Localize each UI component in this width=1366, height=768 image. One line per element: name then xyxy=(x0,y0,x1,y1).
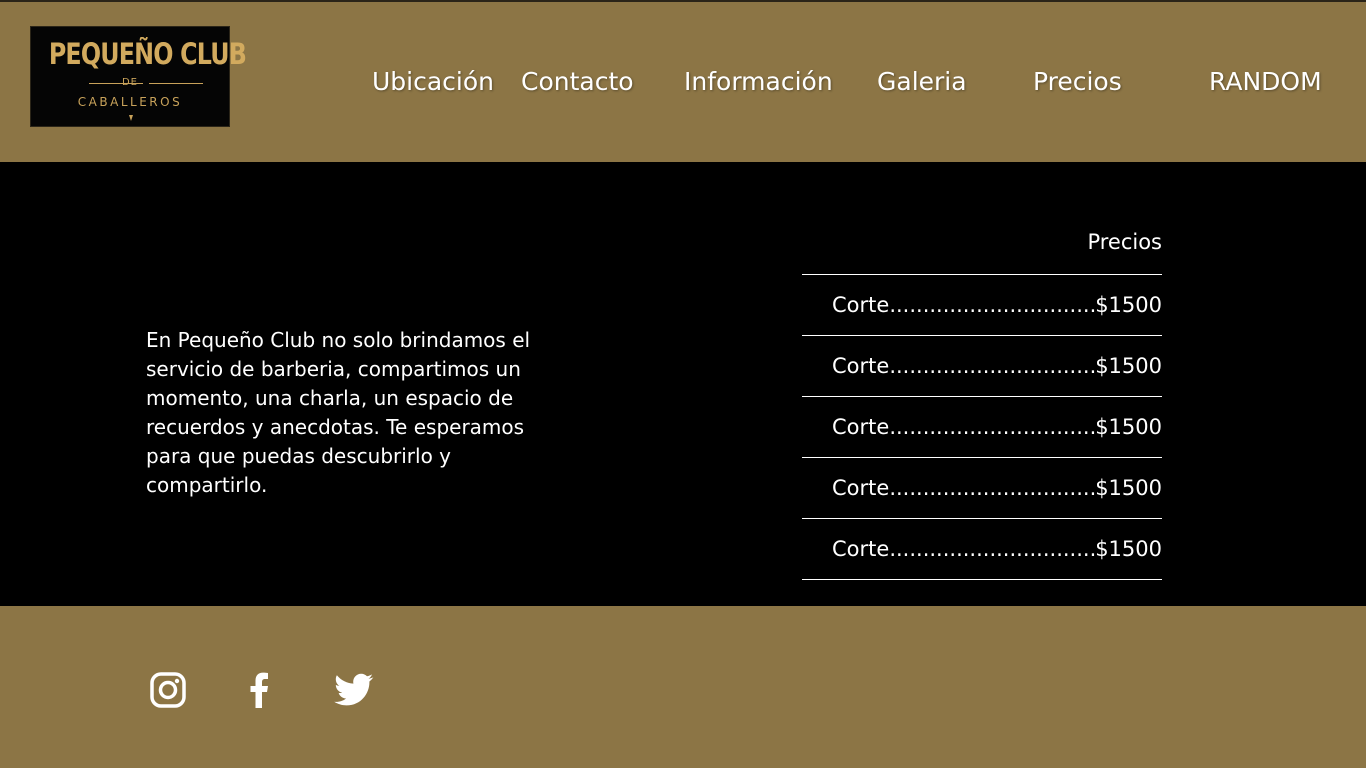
nav-galeria[interactable]: Galeria xyxy=(877,66,967,98)
site-footer xyxy=(0,606,1366,768)
nav-informacion[interactable]: Información xyxy=(684,66,833,98)
price-item-name: Corte xyxy=(832,537,890,561)
nav-contacto[interactable]: Contacto xyxy=(521,66,634,98)
logo-ornament xyxy=(129,115,133,121)
facebook-icon[interactable] xyxy=(248,672,270,712)
main-section: En Pequeño Club no solo brindamos el ser… xyxy=(0,162,1366,606)
instagram-icon[interactable] xyxy=(150,672,186,712)
nav-precios[interactable]: Precios xyxy=(1033,66,1122,98)
price-item-value: $1500 xyxy=(1095,476,1162,500)
prices-title: Precios xyxy=(1087,230,1162,254)
price-item-name: Corte xyxy=(832,293,890,317)
price-leader-dots: ........................................ xyxy=(889,537,1095,561)
price-item-name: Corte xyxy=(832,476,890,500)
logo-subtitle: CABALLEROS xyxy=(77,95,183,109)
price-item-name: Corte xyxy=(832,354,890,378)
price-leader-dots: ........................................ xyxy=(889,293,1095,317)
nav-ubicacion[interactable]: Ubicación xyxy=(372,66,494,98)
intro-text: En Pequeño Club no solo brindamos el ser… xyxy=(146,328,531,497)
logo-title: PEQUEÑO CLUB xyxy=(48,37,247,71)
price-leader-dots: ........................................ xyxy=(889,354,1095,378)
price-item-value: $1500 xyxy=(1095,415,1162,439)
site-header: PEQUEÑO CLUB DE CABALLEROS Ubicación Con… xyxy=(0,0,1366,162)
price-item-value: $1500 xyxy=(1095,354,1162,378)
price-item-value: $1500 xyxy=(1095,537,1162,561)
price-item-name: Corte xyxy=(832,415,890,439)
logo-divider-right xyxy=(149,83,203,84)
price-item-value: $1500 xyxy=(1095,293,1162,317)
price-row: Corte ..................................… xyxy=(802,519,1162,580)
logo[interactable]: PEQUEÑO CLUB DE CABALLEROS xyxy=(31,27,247,126)
price-row: Corte ..................................… xyxy=(802,275,1162,336)
price-row: Corte ..................................… xyxy=(802,458,1162,519)
nav-random[interactable]: RANDOM xyxy=(1209,66,1322,98)
price-row: Corte ..................................… xyxy=(802,397,1162,458)
page: PEQUEÑO CLUB DE CABALLEROS Ubicación Con… xyxy=(0,0,1366,768)
twitter-icon[interactable] xyxy=(334,672,374,712)
price-row: Corte ..................................… xyxy=(802,336,1162,397)
price-list: Corte ..................................… xyxy=(802,274,1162,580)
price-leader-dots: ........................................ xyxy=(889,415,1095,439)
price-leader-dots: ........................................ xyxy=(889,476,1095,500)
